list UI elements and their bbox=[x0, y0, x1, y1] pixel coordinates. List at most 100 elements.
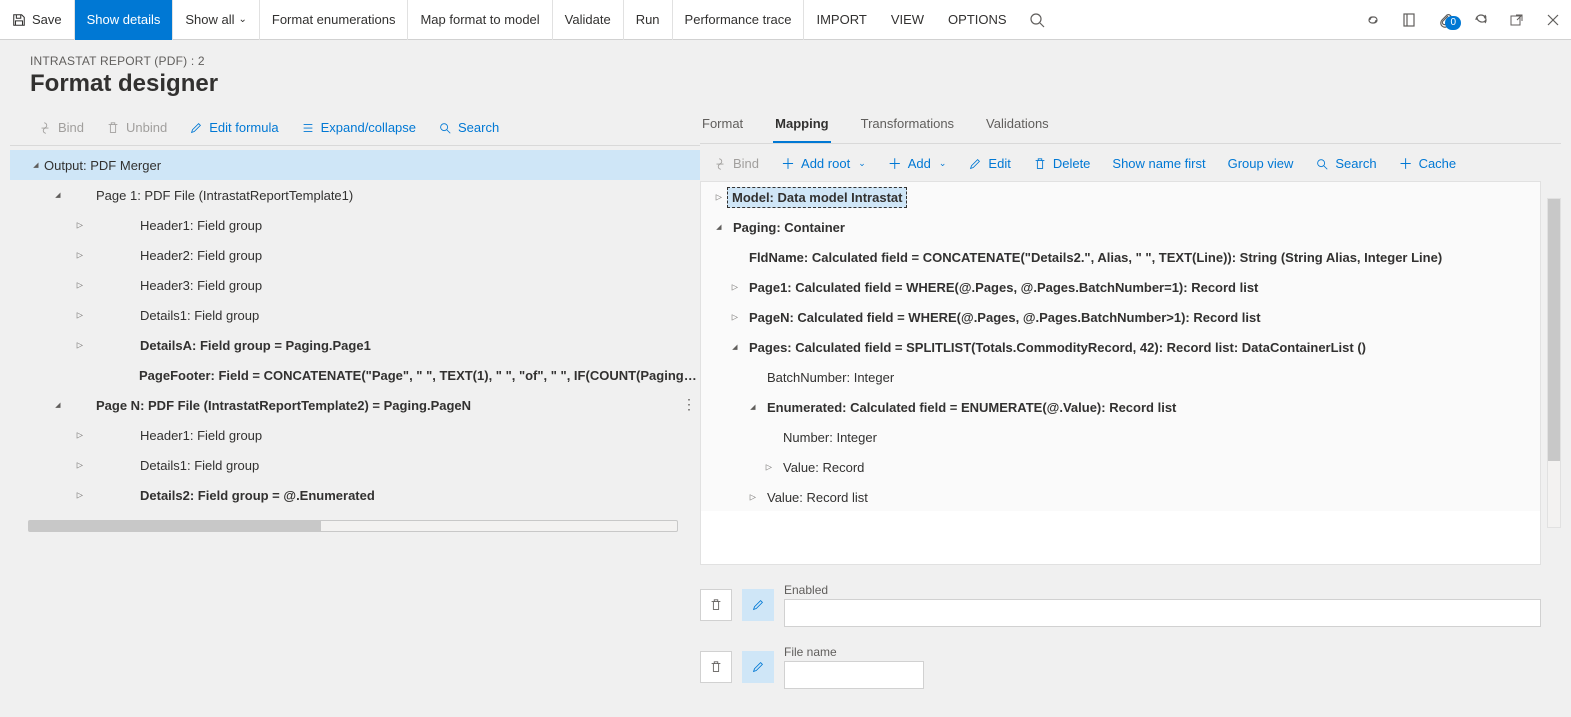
performance-trace-button[interactable]: Performance trace bbox=[673, 0, 805, 40]
tree-caret[interactable] bbox=[745, 402, 761, 413]
tree-caret[interactable] bbox=[72, 220, 88, 231]
tree-row[interactable]: Page 1: PDF File (IntrastatReportTemplat… bbox=[10, 180, 700, 210]
tree-label: FldName: Calculated field = CONCATENATE(… bbox=[749, 250, 1442, 265]
tree-row[interactable]: Header1: Field group bbox=[10, 420, 700, 450]
popout-button[interactable] bbox=[1499, 0, 1535, 40]
show-all-button[interactable]: Show all⌄ bbox=[173, 0, 260, 40]
cache-button[interactable]: ＋Cache bbox=[1390, 152, 1466, 175]
delete-button[interactable]: Delete bbox=[1024, 152, 1100, 175]
tree-caret[interactable] bbox=[711, 192, 727, 203]
bind-button[interactable]: Bind bbox=[28, 116, 94, 139]
show-details-button[interactable]: Show details bbox=[75, 0, 174, 40]
tree-caret[interactable] bbox=[28, 160, 44, 171]
refresh-button[interactable] bbox=[1463, 0, 1499, 40]
tab-format[interactable]: Format bbox=[700, 116, 745, 143]
tree-caret[interactable] bbox=[72, 460, 88, 471]
import-button[interactable]: IMPORT bbox=[804, 0, 878, 40]
office-button[interactable] bbox=[1391, 0, 1427, 40]
enabled-edit-button[interactable] bbox=[742, 589, 774, 621]
add-root-button[interactable]: ＋Add root⌄ bbox=[772, 152, 875, 175]
run-button[interactable]: Run bbox=[624, 0, 673, 40]
format-enumerations-button[interactable]: Format enumerations bbox=[260, 0, 409, 40]
tree-caret[interactable] bbox=[727, 312, 743, 323]
filename-edit-button[interactable] bbox=[742, 651, 774, 683]
tree-row[interactable]: Header3: Field group bbox=[10, 270, 700, 300]
view-button[interactable]: VIEW bbox=[879, 0, 936, 40]
tab-mapping[interactable]: Mapping bbox=[773, 116, 830, 143]
enabled-input[interactable] bbox=[784, 599, 1541, 627]
tree-caret[interactable] bbox=[72, 490, 88, 501]
tree-row[interactable]: Header1: Field group bbox=[10, 210, 700, 240]
expand-collapse-button[interactable]: Expand/collapse bbox=[291, 116, 426, 139]
options-button[interactable]: OPTIONS bbox=[936, 0, 1019, 40]
right-search-button[interactable]: Search bbox=[1306, 152, 1385, 175]
tree-caret[interactable] bbox=[745, 492, 761, 503]
tree-row[interactable]: BatchNumber: Integer bbox=[701, 362, 1540, 392]
tree-caret[interactable] bbox=[72, 430, 88, 441]
attachments-badge: 0 bbox=[1445, 16, 1461, 30]
attachments-button[interactable]: 0 bbox=[1427, 12, 1463, 28]
group-view-button[interactable]: Group view bbox=[1219, 152, 1303, 175]
tree-row[interactable]: Details1: Field group bbox=[10, 450, 700, 480]
edit-button[interactable]: Edit bbox=[959, 152, 1019, 175]
tree-row[interactable]: Output: PDF Merger bbox=[10, 150, 700, 180]
map-format-button[interactable]: Map format to model bbox=[408, 0, 552, 40]
scrollbar-thumb[interactable] bbox=[1548, 199, 1560, 461]
more-icon[interactable]: ⋮ bbox=[682, 396, 696, 413]
validate-button[interactable]: Validate bbox=[553, 0, 624, 40]
tree-caret[interactable] bbox=[50, 190, 66, 201]
chevron-down-icon: ⌄ bbox=[239, 14, 247, 25]
left-toolbar: Bind Unbind Edit formula Expand/collapse… bbox=[10, 108, 700, 146]
tree-row[interactable]: Page N: PDF File (IntrastatReportTemplat… bbox=[10, 390, 700, 420]
trash-icon bbox=[1033, 157, 1047, 171]
tree-label: Value: Record bbox=[783, 460, 864, 475]
tab-transformations[interactable]: Transformations bbox=[859, 116, 956, 143]
tree-row[interactable]: Details1: Field group bbox=[10, 300, 700, 330]
tree-caret[interactable] bbox=[761, 462, 777, 473]
add-button[interactable]: ＋Add⌄ bbox=[879, 152, 956, 175]
tree-caret[interactable] bbox=[727, 282, 743, 293]
tree-caret[interactable] bbox=[50, 400, 66, 411]
save-button[interactable]: Save bbox=[0, 0, 75, 40]
tree-row[interactable]: Page1: Calculated field = WHERE(@.Pages,… bbox=[701, 272, 1540, 302]
popout-icon bbox=[1509, 12, 1525, 28]
vertical-scrollbar[interactable] bbox=[1547, 198, 1561, 528]
close-button[interactable] bbox=[1535, 0, 1571, 40]
tree-row[interactable]: Paging: Container bbox=[701, 212, 1540, 242]
tree-row[interactable]: PageN: Calculated field = WHERE(@.Pages,… bbox=[701, 302, 1540, 332]
filename-delete-button[interactable] bbox=[700, 651, 732, 683]
tree-caret[interactable] bbox=[72, 250, 88, 261]
tree-label: Details1: Field group bbox=[88, 308, 259, 323]
tree-row[interactable]: Pages: Calculated field = SPLITLIST(Tota… bbox=[701, 332, 1540, 362]
tree-caret[interactable] bbox=[72, 280, 88, 291]
filename-input[interactable] bbox=[784, 661, 924, 689]
tree-caret[interactable] bbox=[711, 222, 727, 233]
plus-icon: ＋ bbox=[781, 157, 795, 171]
horizontal-scrollbar[interactable] bbox=[28, 520, 678, 532]
page-title: Format designer bbox=[30, 70, 1541, 98]
tree-caret[interactable] bbox=[72, 310, 88, 321]
tree-caret[interactable] bbox=[727, 342, 743, 353]
link-icon-button[interactable] bbox=[1355, 0, 1391, 40]
tree-row[interactable]: Enumerated: Calculated field = ENUMERATE… bbox=[701, 392, 1540, 422]
r-bind-button[interactable]: Bind bbox=[704, 152, 768, 175]
edit-formula-button[interactable]: Edit formula bbox=[179, 116, 288, 139]
tree-caret[interactable] bbox=[72, 340, 88, 351]
tree-row[interactable]: Header2: Field group bbox=[10, 240, 700, 270]
tab-validations[interactable]: Validations bbox=[984, 116, 1051, 143]
tree-row[interactable]: Model: Data model Intrastat bbox=[701, 182, 1540, 212]
enabled-label: Enabled bbox=[784, 583, 1541, 597]
tree-row[interactable]: Value: Record list bbox=[701, 482, 1540, 511]
global-search-button[interactable] bbox=[1019, 0, 1055, 40]
tree-row[interactable]: Details2: Field group = @.Enumerated bbox=[10, 480, 700, 510]
enabled-delete-button[interactable] bbox=[700, 589, 732, 621]
show-name-first-button[interactable]: Show name first bbox=[1103, 152, 1214, 175]
scrollbar-thumb[interactable] bbox=[29, 521, 321, 531]
tree-row[interactable]: Number: Integer bbox=[701, 422, 1540, 452]
tree-row[interactable]: DetailsA: Field group = Paging.Page1 bbox=[10, 330, 700, 360]
tree-row[interactable]: Value: Record bbox=[701, 452, 1540, 482]
left-search-button[interactable]: Search bbox=[428, 116, 509, 139]
tree-row[interactable]: PageFooter: Field = CONCATENATE("Page", … bbox=[10, 360, 700, 390]
unbind-button[interactable]: Unbind bbox=[96, 116, 177, 139]
tree-row[interactable]: FldName: Calculated field = CONCATENATE(… bbox=[701, 242, 1540, 272]
